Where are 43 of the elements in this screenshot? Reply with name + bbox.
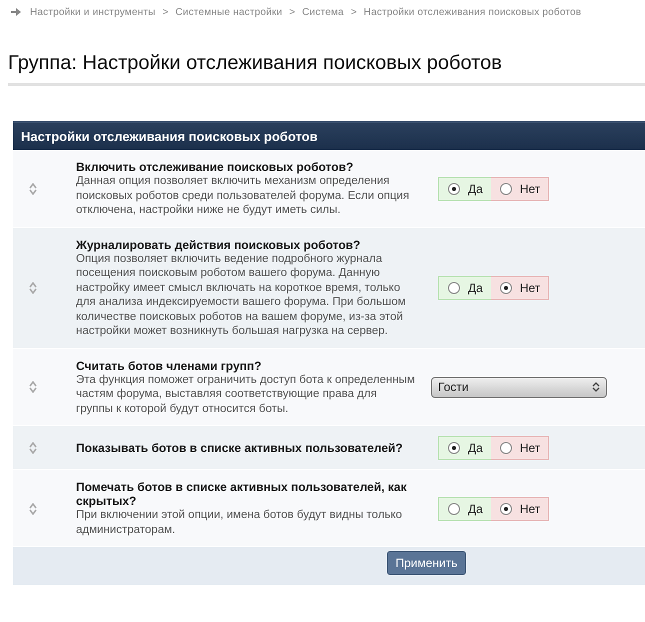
- dropdown-arrows-icon: [592, 381, 600, 394]
- drag-handle-icon[interactable]: [29, 282, 37, 294]
- drag-handle-icon[interactable]: [29, 381, 37, 394]
- radio-button[interactable]: [448, 442, 460, 454]
- radio-button[interactable]: [500, 502, 512, 514]
- radio-button[interactable]: [500, 442, 512, 454]
- radio-option[interactable]: Нет: [490, 276, 550, 300]
- group-dropdown[interactable]: Гости: [431, 376, 607, 398]
- breadcrumb-link[interactable]: Настройки отслеживания поисковых роботов: [364, 6, 582, 18]
- radio-button[interactable]: [448, 502, 460, 514]
- radio-option[interactable]: Нет: [490, 436, 550, 460]
- setting-title: Считать ботов членами групп?: [76, 358, 262, 372]
- breadcrumb-link[interactable]: Системные настройки: [175, 6, 282, 18]
- setting-description: Данная опция позволяет включить механизм определения поисковых роботов среди пользователей форума. Если опция отключена, настройки ниже не будут иметь силы.: [76, 174, 410, 218]
- drag-handle-icon[interactable]: [29, 442, 37, 454]
- radio-option[interactable]: Да: [438, 496, 491, 520]
- drag-handle-icon[interactable]: [29, 502, 37, 514]
- breadcrumb-separator: >: [350, 6, 357, 18]
- breadcrumb-separator: >: [289, 6, 296, 18]
- breadcrumb-link[interactable]: Система: [302, 6, 344, 18]
- radio-option[interactable]: Да: [438, 436, 491, 460]
- drag-handle-icon[interactable]: [29, 182, 37, 195]
- panel-header: Настройки отслеживания поисковых роботов: [13, 121, 645, 150]
- radio-option[interactable]: Нет: [490, 496, 550, 520]
- arrow-icon: [11, 8, 21, 16]
- breadcrumb-link[interactable]: Настройки и инструменты: [30, 6, 156, 18]
- breadcrumb-separator: >: [162, 6, 168, 18]
- apply-button[interactable]: Применить: [387, 551, 466, 575]
- page-title: Группа: Настройки отслеживания поисковых роботов: [8, 52, 645, 86]
- radio-button[interactable]: [448, 182, 460, 195]
- setting-title: Включить отслеживание поисковых роботов?: [76, 160, 354, 174]
- setting-title: Показывать ботов в списке активных пользователей?: [76, 441, 404, 455]
- setting-title: Журналировать действия поисковых роботов?: [76, 238, 362, 252]
- radio-option[interactable]: Да: [438, 176, 491, 201]
- setting-description: При включении этой опции, имена ботов будут видны только администраторам.: [76, 508, 404, 537]
- radio-button[interactable]: [500, 282, 512, 294]
- radio-button[interactable]: [500, 182, 512, 195]
- radio-option[interactable]: Нет: [490, 176, 550, 201]
- radio-option[interactable]: Да: [438, 276, 491, 300]
- setting-description: Опция позволяет включить ведение подробного журнала посещения поисковым роботом вашего форума. Данную настройку имеет смысл включать на короткое время, только для анализа индексируемости вашего форума. При большом количестве поисковых роботов на вашем форуме, из-за этой настройки может возникнуть большая нагрузка на сервер.: [76, 252, 407, 338]
- setting-title: Помечать ботов в списке активных пользователей, как скрытых?: [76, 480, 408, 508]
- radio-button[interactable]: [448, 282, 460, 294]
- setting-description: Эта функция поможет ограничить доступ бота к определенным частям форума, выставляя соответствующие права для группы к которой будут относится боты.: [76, 372, 416, 416]
